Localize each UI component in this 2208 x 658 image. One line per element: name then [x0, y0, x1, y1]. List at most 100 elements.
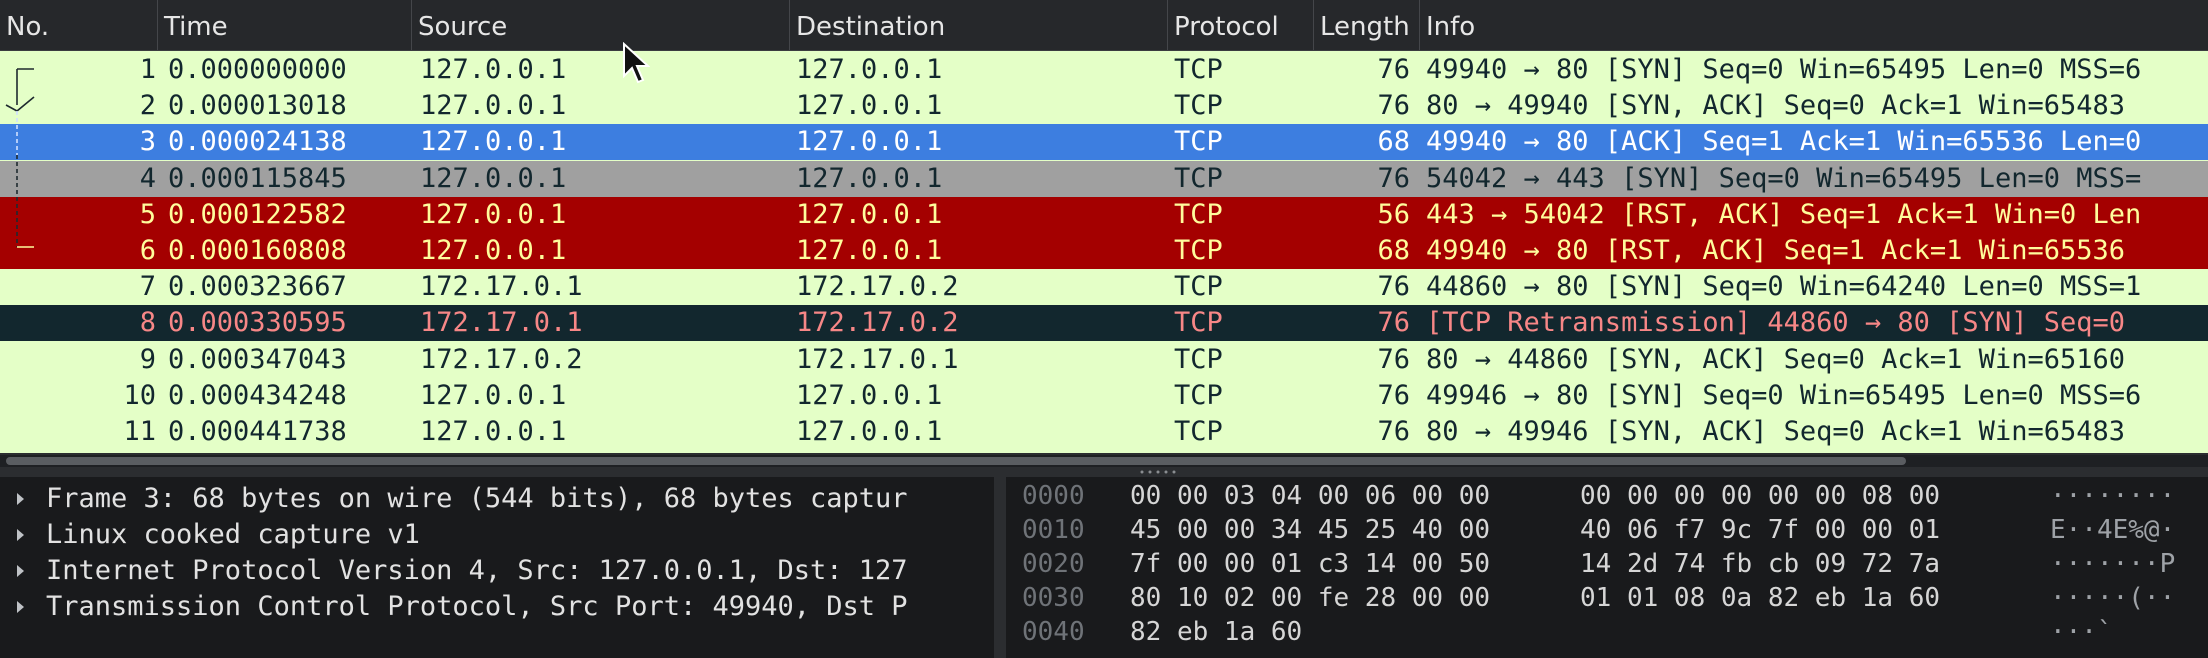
column-label: Time — [164, 12, 228, 42]
cell-destination: 172.17.0.2 — [796, 271, 959, 303]
cell-destination: 172.17.0.1 — [796, 343, 959, 375]
horizontal-scrollbar-thumb[interactable] — [6, 457, 1906, 465]
hex-row[interactable]: 0040 82 eb 1a 60 ···` — [1006, 615, 2208, 649]
pane-splitter[interactable] — [994, 477, 1006, 658]
packet-row[interactable]: 9 0.000347043 172.17.0.2 172.17.0.1 TCP 76 80 … — [0, 341, 2208, 378]
hex-row[interactable]: 0030 80 10 02 00 fe 28 00 00 01 01 08 0a… — [1006, 581, 2208, 615]
cell-protocol: TCP — [1174, 343, 1223, 375]
expand-arrow-icon[interactable] — [14, 517, 28, 553]
cell-info: 49946 → 80 [SYN] Seq=0 Win=65495 Len=0 M… — [1426, 379, 2142, 411]
cell-length: 68 — [1377, 126, 1410, 158]
hex-ascii[interactable]: ········ — [2050, 479, 2175, 513]
packet-row[interactable]: 2 0.000013018 127.0.0.1 127.0.0.1 TCP 76 80 → … — [0, 88, 2208, 125]
cell-time: 0.000347043 — [168, 343, 347, 375]
mouse-cursor-icon — [623, 42, 650, 84]
cell-time: 0.000122582 — [168, 198, 347, 230]
expand-arrow-icon[interactable] — [14, 553, 28, 589]
cell-source: 127.0.0.1 — [420, 416, 567, 447]
cell-length: 56 — [1377, 198, 1410, 230]
packet-details-pane[interactable]: Frame 3: 68 bytes on wire (544 bits), 68… — [0, 477, 994, 658]
packet-row[interactable]: 6 0.000160808 127.0.0.1 127.0.0.1 TCP 68 49940… — [0, 233, 2208, 269]
cell-length: 76 — [1377, 162, 1410, 194]
cell-destination: 127.0.0.1 — [796, 416, 943, 447]
cell-no: 4 — [139, 162, 156, 194]
detail-text: Linux cooked capture v1 — [46, 519, 420, 550]
cell-info: 80 → 49940 [SYN, ACK] Seq=0 Ack=1 Win=65… — [1426, 90, 2125, 122]
hex-bytes[interactable]: 40 06 f7 9c 7f 00 00 01 — [1580, 513, 1940, 547]
cell-time: 0.000323667 — [168, 271, 347, 303]
cell-no: 3 — [139, 126, 156, 158]
cell-no: 7 — [139, 271, 156, 303]
column-header-time[interactable]: Time — [158, 0, 412, 50]
hex-bytes[interactable]: 7f 00 00 01 c3 14 00 50 — [1130, 547, 1490, 581]
packet-row[interactable]: 11 0.000441738 127.0.0.1 127.0.0.1 TCP 76 80 →… — [0, 414, 2208, 450]
hex-ascii[interactable]: ·······P — [2050, 547, 2175, 581]
column-header-protocol[interactable]: Protocol — [1168, 0, 1314, 50]
packet-row[interactable]: 4 0.000115845 127.0.0.1 127.0.0.1 TCP 76 54042… — [0, 160, 2208, 197]
column-header-source[interactable]: Source — [412, 0, 790, 50]
hex-offset: 0000 — [1022, 481, 1085, 511]
detail-row-linux-cooked[interactable]: Linux cooked capture v1 — [0, 517, 994, 553]
hex-row[interactable]: 0000 00 00 03 04 00 06 00 00 00 00 00 00… — [1006, 479, 2208, 513]
cell-protocol: TCP — [1174, 198, 1223, 230]
expand-arrow-icon[interactable] — [14, 589, 28, 625]
cell-destination: 127.0.0.1 — [796, 162, 943, 194]
hex-bytes[interactable]: 82 eb 1a 60 — [1130, 615, 1302, 649]
cell-source: 127.0.0.1 — [420, 54, 567, 85]
hex-row[interactable]: 0010 45 00 00 34 45 25 40 00 40 06 f7 9c… — [1006, 513, 2208, 547]
column-header-destination[interactable]: Destination — [790, 0, 1168, 50]
hex-bytes[interactable]: 14 2d 74 fb cb 09 72 7a — [1580, 547, 1940, 581]
hex-ascii[interactable]: ···` — [2050, 615, 2113, 649]
hex-ascii[interactable]: ·····(·· — [2050, 581, 2175, 615]
cell-protocol: TCP — [1174, 126, 1223, 158]
packet-row[interactable]: 10 0.000434248 127.0.0.1 127.0.0.1 TCP 76 4994… — [0, 377, 2208, 414]
cell-destination: 127.0.0.1 — [796, 126, 943, 158]
packet-row[interactable]: 8 0.000330595 172.17.0.1 172.17.0.2 TCP 76 [TC… — [0, 305, 2208, 342]
detail-row-frame[interactable]: Frame 3: 68 bytes on wire (544 bits), 68… — [0, 481, 994, 517]
packet-list[interactable]: 1 0.000000000 127.0.0.1 127.0.0.1 TCP 76 49940… — [0, 51, 2208, 453]
hex-bytes[interactable]: 00 00 03 04 00 06 00 00 — [1130, 479, 1490, 513]
packet-row[interactable]: 7 0.000323667 172.17.0.1 172.17.0.2 TCP 76 448… — [0, 269, 2208, 306]
cell-source: 172.17.0.2 — [420, 343, 583, 375]
hex-offset: 0020 — [1022, 549, 1085, 579]
cell-source: 127.0.0.1 — [420, 379, 567, 411]
cell-protocol: TCP — [1174, 416, 1223, 447]
cell-no: 5 — [139, 198, 156, 230]
column-header-length[interactable]: Length — [1314, 0, 1420, 50]
cell-no: 11 — [123, 416, 156, 447]
cell-source: 127.0.0.1 — [420, 126, 567, 158]
cell-protocol: TCP — [1174, 379, 1223, 411]
cell-protocol: TCP — [1174, 162, 1223, 194]
cell-destination: 172.17.0.2 — [796, 307, 959, 339]
cell-no: 1 — [139, 54, 156, 85]
cell-time: 0.000330595 — [168, 307, 347, 339]
column-header-info[interactable]: Info — [1420, 0, 2208, 50]
detail-row-tcp[interactable]: Transmission Control Protocol, Src Port:… — [0, 589, 994, 625]
packet-row[interactable]: 1 0.000000000 127.0.0.1 127.0.0.1 TCP 76 49940… — [0, 52, 2208, 88]
hex-bytes[interactable]: 00 00 00 00 00 00 08 00 — [1580, 479, 1940, 513]
column-label: Info — [1426, 12, 1476, 42]
detail-row-ipv4[interactable]: Internet Protocol Version 4, Src: 127.0.… — [0, 553, 994, 589]
packet-bytes-pane[interactable]: 0000 00 00 03 04 00 06 00 00 00 00 00 00… — [1006, 477, 2208, 658]
cell-source: 172.17.0.1 — [420, 271, 583, 303]
cell-no: 2 — [139, 90, 156, 122]
hex-bytes[interactable]: 01 01 08 0a 82 eb 1a 60 — [1580, 581, 1940, 615]
hex-bytes[interactable]: 45 00 00 34 45 25 40 00 — [1130, 513, 1490, 547]
splitter-grip-icon[interactable] — [1138, 468, 1178, 476]
cell-source: 127.0.0.1 — [420, 90, 567, 122]
hex-bytes[interactable]: 80 10 02 00 fe 28 00 00 — [1130, 581, 1490, 615]
packet-row-selected[interactable]: 3 0.000024138 127.0.0.1 127.0.0.1 TCP 68 49940… — [0, 124, 2208, 161]
hex-row[interactable]: 0020 7f 00 00 01 c3 14 00 50 14 2d 74 fb… — [1006, 547, 2208, 581]
cell-length: 76 — [1377, 343, 1410, 375]
cell-protocol: TCP — [1174, 90, 1223, 122]
cell-info: 49940 → 80 [ACK] Seq=1 Ack=1 Win=65536 L… — [1426, 126, 2142, 158]
column-header-no[interactable]: No. — [0, 0, 158, 50]
hex-ascii[interactable]: E··4E%@· — [2050, 513, 2175, 547]
expand-arrow-icon[interactable] — [14, 481, 28, 517]
column-label: No. — [6, 12, 50, 42]
packet-row[interactable] — [0, 450, 2208, 453]
column-label: Source — [418, 12, 508, 42]
packet-row[interactable]: 5 0.000122582 127.0.0.1 127.0.0.1 TCP 56 443 →… — [0, 196, 2208, 233]
cell-destination: 127.0.0.1 — [796, 90, 943, 122]
cell-destination: 127.0.0.1 — [796, 54, 943, 85]
